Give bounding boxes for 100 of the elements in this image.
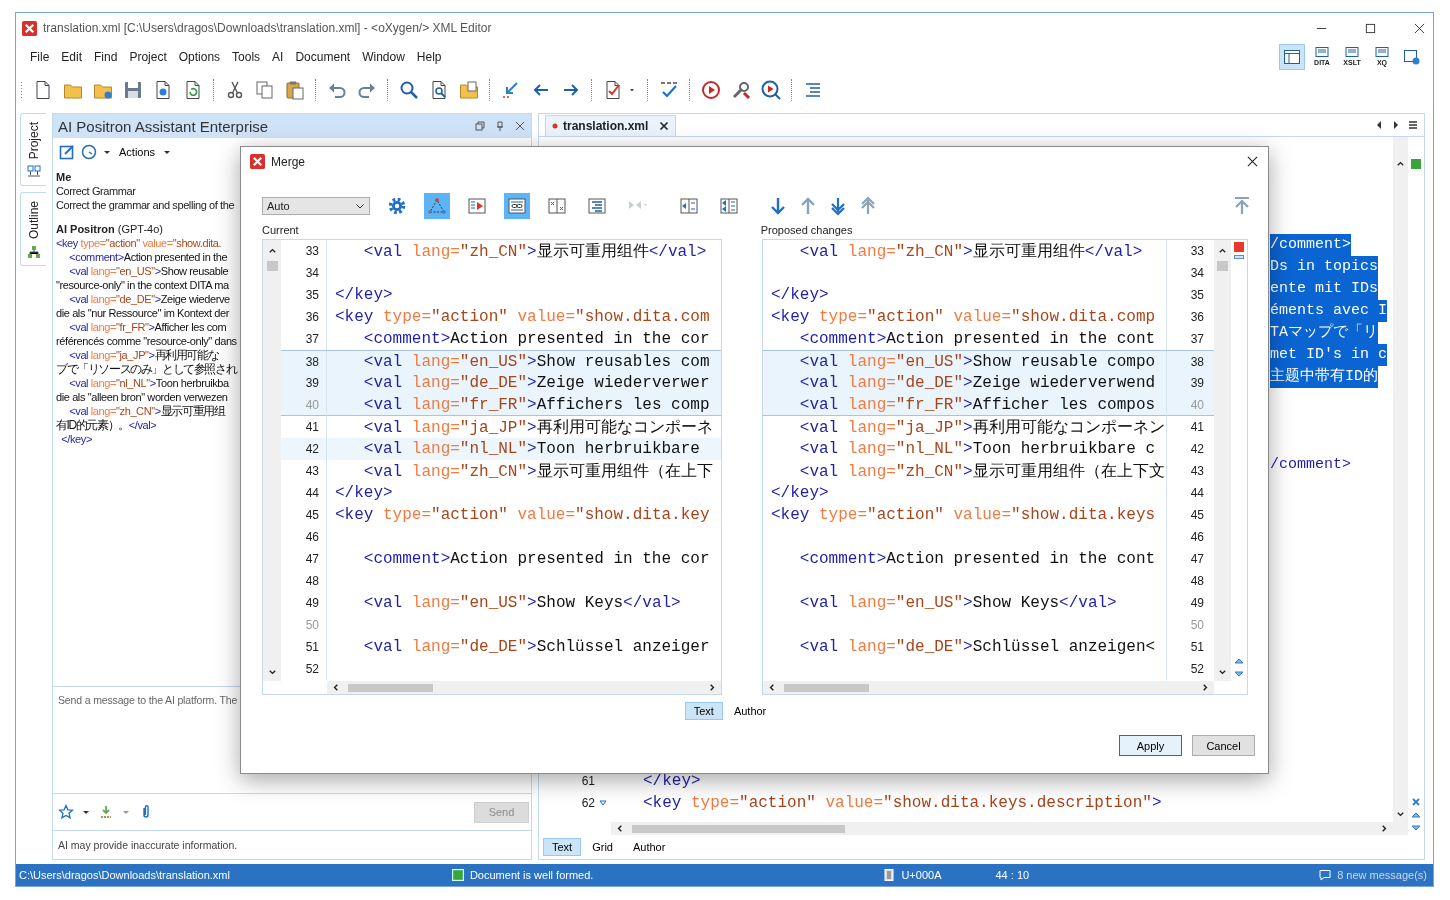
up-caret-icon[interactable] — [1218, 246, 1227, 255]
horizontal-scrollbar[interactable] — [611, 822, 1393, 835]
menu-item[interactable]: Help — [410, 50, 448, 64]
arrow-icon[interactable] — [501, 80, 521, 100]
history-icon[interactable] — [81, 144, 97, 160]
file-tab[interactable]: translation.xml — [545, 114, 677, 136]
down-caret-icon[interactable] — [267, 668, 277, 677]
code-line: <val lang="de_DE">Zeige wiederverwend — [798, 374, 1156, 392]
check-icon[interactable] — [659, 80, 679, 100]
line-number: 48 — [1189, 574, 1205, 588]
mode-tab[interactable]: Text — [684, 702, 723, 720]
line-number: 39 — [1189, 376, 1205, 390]
code-line: <val lang="de_DE">Zeige wiederverwer — [362, 374, 710, 392]
wrench-icon[interactable] — [731, 80, 751, 100]
disclaimer-text: AI may provide inaccurate information. — [53, 830, 531, 859]
down-arrow-icon[interactable] — [768, 196, 788, 216]
document-icon — [1343, 47, 1361, 59]
left-caret-icon[interactable] — [331, 683, 340, 692]
new-file-icon[interactable] — [33, 80, 53, 100]
star-icon[interactable] — [58, 804, 74, 820]
up-caret-icon[interactable] — [1396, 159, 1405, 168]
validate-icon[interactable] — [603, 80, 623, 100]
menu-item[interactable]: Find — [88, 50, 124, 64]
menu-item[interactable]: Tools — [226, 50, 267, 64]
right-caret-icon[interactable] — [1201, 683, 1210, 692]
horizontal-scrollbar[interactable] — [763, 681, 1214, 694]
messages-link[interactable]: 8 new message(s) — [1337, 869, 1427, 881]
pane-label: Current — [262, 224, 299, 236]
close-icon[interactable] — [659, 120, 670, 131]
save-icon[interactable] — [123, 80, 143, 100]
close-icon[interactable] — [1247, 156, 1258, 167]
horizontal-scrollbar[interactable] — [327, 681, 721, 694]
document-icon — [1313, 47, 1331, 59]
status-square-icon — [451, 869, 464, 881]
menu-item[interactable]: Project — [123, 50, 173, 64]
dialog-button[interactable]: Apply — [1119, 735, 1182, 756]
play-icon[interactable] — [761, 80, 781, 100]
code-line: <val lang="fr_FR">Affichers les comp — [362, 395, 710, 414]
code-line: <val lang="zh_CN">显示可重用组件</val> — [798, 241, 1143, 262]
vertical-scrollbar[interactable] — [1393, 137, 1408, 835]
right-caret-icon[interactable] — [1380, 824, 1389, 833]
paste-icon[interactable] — [285, 80, 305, 100]
document-icon[interactable] — [153, 80, 173, 100]
mode-tab[interactable]: Text — [543, 838, 582, 856]
menu-item[interactable]: Document — [289, 50, 357, 64]
pin-icon[interactable] — [495, 121, 505, 131]
align-icon[interactable] — [803, 80, 823, 100]
right-caret-icon[interactable] — [708, 683, 717, 692]
download-icon[interactable] — [98, 804, 114, 820]
double-down-arrow-icon[interactable] — [828, 196, 848, 216]
diff-marker-icon[interactable] — [1234, 242, 1244, 252]
fold-icon[interactable] — [599, 799, 607, 807]
code-line: <val lang="nl_NL">Toon herbruikbare c — [798, 440, 1156, 458]
side-tab[interactable]: Outline — [20, 192, 46, 267]
line-number: 37 — [1189, 332, 1205, 346]
vertical-scrollbar[interactable] — [263, 240, 281, 681]
folder-icon[interactable] — [459, 80, 479, 100]
menu-item[interactable]: Window — [356, 50, 411, 64]
chat-icon[interactable] — [1319, 869, 1332, 881]
maximize-icon[interactable] — [1365, 22, 1376, 34]
line-number: 43 — [304, 464, 320, 478]
code-line: <comment>Action presented in the cont — [798, 330, 1156, 348]
left-caret-icon[interactable] — [767, 683, 776, 692]
caret-icon[interactable] — [82, 808, 90, 816]
code-line: <val lang="en_US">Show reusable compo — [798, 352, 1156, 371]
line-number: 43 — [1189, 464, 1205, 478]
menu-icon[interactable] — [1408, 120, 1418, 130]
find-in-file-icon[interactable] — [429, 80, 449, 100]
link-icon[interactable] — [504, 193, 530, 219]
copy-icon[interactable] — [255, 80, 275, 100]
edit-icon[interactable] — [59, 144, 75, 160]
scroll-thumb[interactable] — [266, 261, 278, 271]
close-icon[interactable] — [1414, 22, 1425, 34]
side-tab[interactable]: Project — [20, 113, 46, 187]
line-number: 44 — [304, 486, 320, 500]
menu-item[interactable]: AI — [266, 50, 290, 64]
left-caret-icon[interactable] — [615, 824, 624, 833]
mode-tab[interactable]: Author — [724, 702, 776, 720]
play-icon[interactable] — [701, 80, 721, 100]
menu-item[interactable]: Options — [172, 50, 227, 64]
up-caret-icon[interactable] — [267, 246, 277, 255]
caret-icon[interactable] — [103, 148, 111, 156]
dialog-button[interactable]: Cancel — [1192, 735, 1255, 756]
code-line: <val lang="en_US">Show Keys</val> — [362, 594, 681, 612]
line-number: 36 — [1189, 310, 1205, 324]
vertical-scrollbar[interactable] — [1214, 240, 1231, 681]
restore-icon[interactable] — [475, 121, 485, 131]
mode-tab[interactable]: Author — [623, 838, 675, 856]
scroll-thumb[interactable] — [1217, 261, 1228, 271]
perspective-button[interactable] — [1279, 44, 1305, 70]
mode-dropdown[interactable]: Auto — [262, 197, 370, 215]
right-caret-icon[interactable] — [1391, 120, 1401, 130]
reload-icon[interactable] — [183, 80, 203, 100]
mode-tab[interactable]: Grid — [583, 838, 622, 856]
actions-menu-button[interactable]: Actions — [117, 146, 174, 158]
diff-marker-icon[interactable] — [1234, 255, 1244, 259]
cut-icon[interactable] — [225, 80, 245, 100]
menu-item[interactable]: File — [24, 50, 56, 64]
search-icon[interactable] — [399, 80, 419, 100]
menu-item[interactable]: Edit — [55, 50, 89, 64]
